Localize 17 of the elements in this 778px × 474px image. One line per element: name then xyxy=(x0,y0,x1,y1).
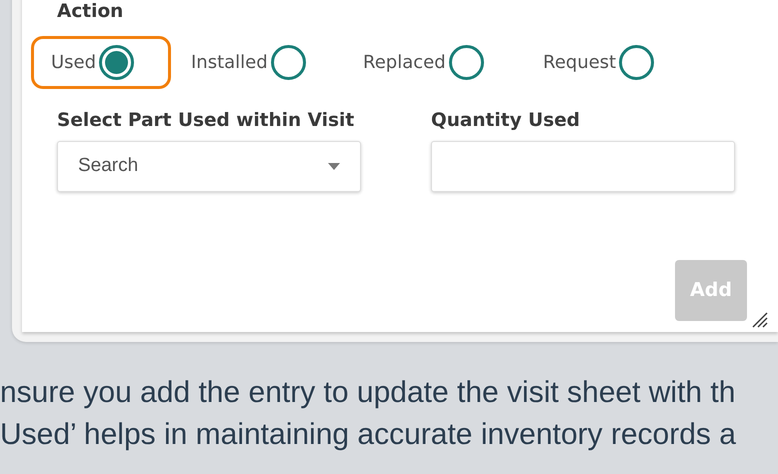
radio-label[interactable]: Replaced xyxy=(363,49,446,76)
radio-label[interactable]: Used xyxy=(51,49,96,76)
radio-button[interactable] xyxy=(619,45,654,80)
radio-button[interactable] xyxy=(99,45,134,80)
body-text: nsure you add the entry to update the visit sheet with th xyxy=(0,376,736,410)
field-label: Quantity Used xyxy=(431,109,581,133)
radio-button[interactable] xyxy=(448,45,484,80)
body-text: Used’ helps in maintaining accurate inventory records a xyxy=(0,418,737,452)
caret-icon xyxy=(328,163,340,170)
radio-button[interactable] xyxy=(270,45,306,80)
quantity-field[interactable] xyxy=(431,141,735,192)
radio-label[interactable]: Installed xyxy=(191,49,268,76)
field-label: Select Part Used within Visit xyxy=(57,109,356,133)
resize-grip-icon[interactable] xyxy=(752,312,768,328)
radio-label[interactable]: Request xyxy=(543,49,616,76)
section-label: Action xyxy=(57,0,124,24)
search-dropdown[interactable]: Search xyxy=(57,141,361,192)
